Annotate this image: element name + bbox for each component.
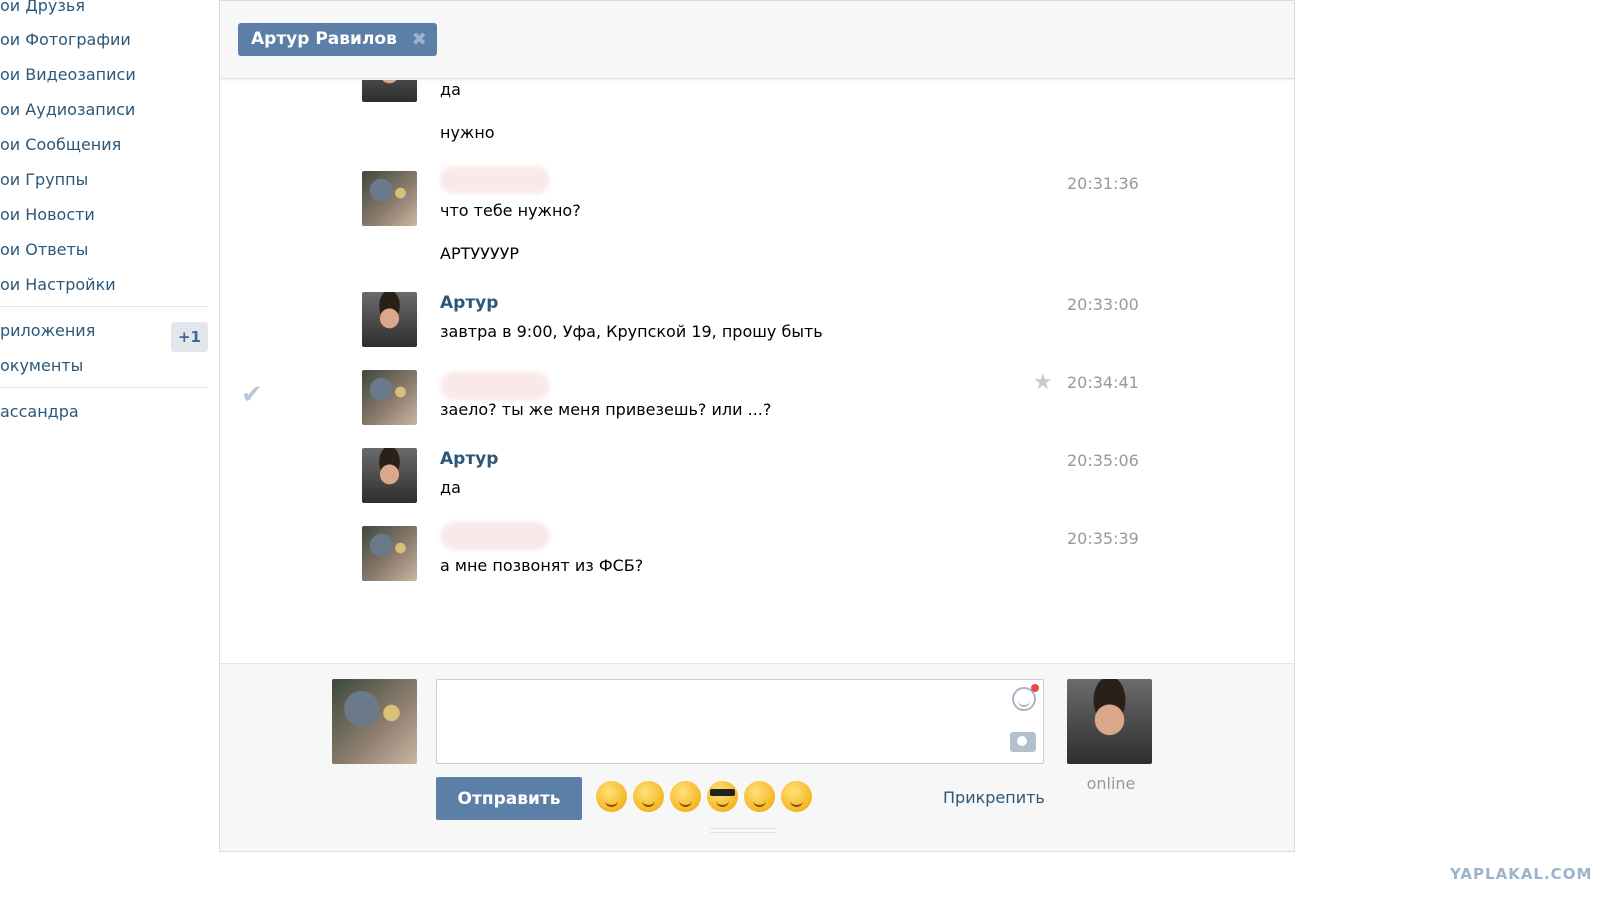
avatar[interactable] [362,526,417,581]
message-time: 20:34:41 [1067,373,1139,392]
menu-item-settings[interactable]: ои Настройки [0,275,116,295]
message-text: а мне позвонят из ФСБ? [440,556,644,575]
dialog-header: Артур Равилов ✖ [220,1,1294,79]
close-icon[interactable]: ✖ [412,23,427,56]
menu-divider [0,306,208,307]
sender-name[interactable]: Артур [440,449,498,469]
partner-avatar[interactable] [1067,679,1152,764]
message-text: завтра в 9:00, Уфа, Крупской 19, прошу б… [440,322,823,341]
avatar[interactable] [362,292,417,347]
camera-icon[interactable] [1010,732,1036,752]
apps-count-badge: +1 [171,322,208,352]
online-status: online [1086,774,1136,793]
check-icon[interactable]: ✔ [241,380,263,410]
menu-item-videos[interactable]: ои Видеозаписи [0,65,136,85]
sunglasses-face-icon[interactable] [707,781,738,812]
dialog-tab-title: Артур Равилов [251,29,397,49]
avatar[interactable] [362,171,417,226]
resize-handle[interactable] [710,828,776,833]
message-text: да [440,80,461,99]
message-composer: online Отправить Прикрепить [220,663,1294,851]
smiling-face-icon[interactable] [781,781,812,812]
message-text: заело? ты же меня привезешь? или ...? [440,400,772,419]
avatar[interactable] [362,80,417,102]
attach-link[interactable]: Прикрепить [943,788,1045,807]
menu-item-news[interactable]: ои Новости [0,205,95,225]
dialog-panel: Артур Равилов ✖ да нужно 20:31:36 что те… [219,0,1295,852]
menu-item-documents[interactable]: окументы [0,356,83,376]
dialog-tab[interactable]: Артур Равилов ✖ [238,23,437,56]
sender-name[interactable]: Артур [440,293,498,313]
menu-item-photos[interactable]: ои Фотографии [0,30,131,50]
sender-name-redacted [440,372,550,400]
menu-item-audios[interactable]: ои Аудиозаписи [0,100,135,120]
message-time: 20:35:06 [1067,451,1139,470]
message-input[interactable] [436,679,1044,764]
message-text: нужно [440,123,495,142]
anxious-face-icon[interactable] [633,781,664,812]
menu-item-messages[interactable]: ои Сообщения [0,135,121,155]
star-icon[interactable]: ★ [1033,370,1053,395]
menu-item-groups[interactable]: ои Группы [0,170,88,190]
send-button[interactable]: Отправить [436,777,582,820]
yum-face-icon[interactable] [744,781,775,812]
avatar[interactable] [362,448,417,503]
message-time: 20:35:39 [1067,529,1139,548]
my-avatar[interactable] [332,679,417,764]
message-history[interactable]: да нужно 20:31:36 что тебе нужно? АРТУУУ… [220,80,1294,663]
menu-divider [0,387,208,388]
message-text: АРТУУУУР [440,244,520,263]
menu-item-apps[interactable]: риложения [0,321,95,341]
message-time: 20:33:00 [1067,295,1139,314]
avatar[interactable] [362,370,417,425]
message-text: да [440,478,461,497]
sender-name-redacted [440,522,550,550]
sender-name-redacted [440,166,550,194]
grinning-face-icon[interactable] [596,781,627,812]
watermark: YAPLAKAL.COM [1450,865,1593,883]
message-text: что тебе нужно? [440,201,581,220]
crying-face-icon[interactable] [670,781,701,812]
menu-item-friends[interactable]: ои Друзья [0,0,85,16]
menu-item-answers[interactable]: ои Ответы [0,240,88,260]
menu-item-kassandra[interactable]: ассандра [0,402,79,422]
message-time: 20:31:36 [1067,174,1139,193]
notification-dot [1031,684,1039,692]
